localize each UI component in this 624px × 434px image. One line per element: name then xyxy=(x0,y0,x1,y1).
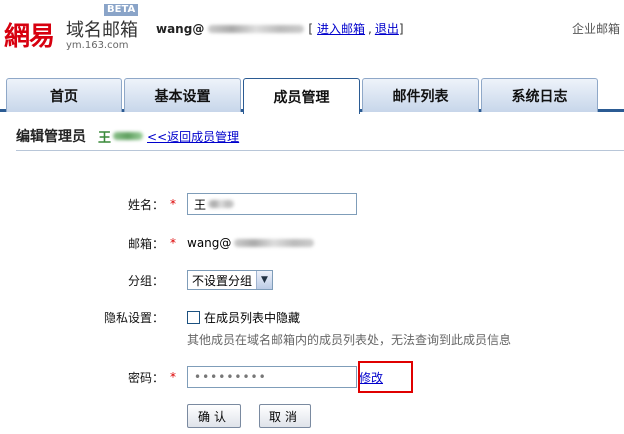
group-row: 分组： 不设置分组 ▼ xyxy=(0,270,624,290)
required-mark: * xyxy=(170,197,176,211)
logo-mark: 網易 xyxy=(4,22,55,52)
account-username: wang@ xyxy=(156,21,205,36)
main-tab-bar: 首页 基本设置 成员管理 邮件列表 系统日志 xyxy=(0,78,624,114)
redacted-email-value xyxy=(234,239,315,247)
required-mark: * xyxy=(170,236,176,250)
cancel-button[interactable]: 取消 xyxy=(259,404,311,428)
tab-mail-list[interactable]: 邮件列表 xyxy=(362,78,479,112)
email-label: 邮箱： xyxy=(127,236,164,251)
required-mark: * xyxy=(170,370,176,384)
member-name: 王 xyxy=(98,130,112,146)
bracket-close: ] xyxy=(398,21,404,36)
password-label: 密码： xyxy=(127,370,164,385)
name-value: 王 xyxy=(194,197,207,212)
group-label: 分组： xyxy=(127,273,164,288)
privacy-row: 隐私设置： 在成员列表中隐藏 xyxy=(0,308,624,326)
logo-domain: ym.163.com xyxy=(66,40,129,51)
group-selected-value: 不设置分组 xyxy=(192,273,253,288)
password-row: 密码： * ••••••••• 修改 xyxy=(0,366,624,388)
account-bar: wang@ [ 进入邮箱 , 退出 ] xyxy=(156,20,404,37)
tab-home[interactable]: 首页 xyxy=(6,78,122,112)
password-input[interactable]: ••••••••• xyxy=(187,366,357,388)
enterprise-mail-link[interactable]: 企业邮箱 xyxy=(572,20,620,37)
name-input[interactable]: 王 xyxy=(187,193,357,215)
logout-link[interactable]: 退出 xyxy=(375,20,399,37)
beta-badge: BETA xyxy=(104,4,139,16)
tab-member-management[interactable]: 成员管理 xyxy=(243,78,360,114)
page-heading: 编辑管理员 王 <<返回成员管理 xyxy=(16,126,239,146)
confirm-button[interactable]: 确认 xyxy=(187,404,241,428)
back-to-member-management-link[interactable]: <<返回成员管理 xyxy=(147,128,239,145)
link-separator: , xyxy=(368,21,372,36)
group-select[interactable]: 不设置分组 ▼ xyxy=(187,270,274,290)
hide-in-member-list-checkbox[interactable] xyxy=(187,310,200,324)
email-row: 邮箱： * wang@ xyxy=(0,233,624,253)
chevron-down-icon[interactable]: ▼ xyxy=(256,271,273,289)
enter-mailbox-link[interactable]: 进入邮箱 xyxy=(317,20,365,37)
redacted-name-value xyxy=(208,200,235,208)
name-row: 姓名： * 王 xyxy=(0,193,624,215)
logo[interactable]: BETA 網易 域名邮箱 ym.163.com xyxy=(4,4,144,52)
redacted-name xyxy=(113,132,144,140)
hide-in-member-list-label[interactable]: 在成员列表中隐藏 xyxy=(204,309,300,326)
tab-system-log[interactable]: 系统日志 xyxy=(481,78,598,112)
tab-basic-settings[interactable]: 基本设置 xyxy=(124,78,241,112)
redacted-email xyxy=(208,24,305,33)
logo-title: 域名邮箱 xyxy=(66,20,138,41)
email-value: wang@ xyxy=(187,236,232,250)
page-title: 编辑管理员 xyxy=(16,129,86,145)
bracket-open: [ xyxy=(308,21,314,36)
divider xyxy=(16,150,624,151)
privacy-hint: 其他成员在域名邮箱内的成员列表处，无法查询到此成员信息 xyxy=(187,333,512,347)
privacy-label: 隐私设置： xyxy=(103,310,164,325)
highlight-box xyxy=(358,361,413,393)
name-label: 姓名： xyxy=(127,197,164,212)
